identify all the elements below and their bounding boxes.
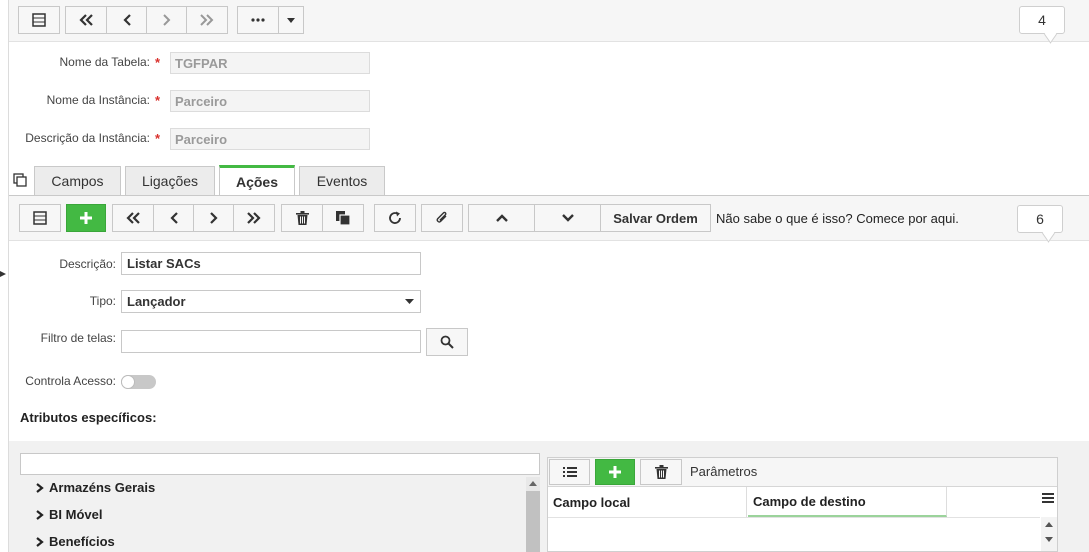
more-options-button[interactable] <box>237 6 279 34</box>
delete-action-button[interactable] <box>281 204 323 232</box>
table-name-field: TGFPAR <box>170 52 370 74</box>
grid-view-button[interactable] <box>18 6 60 34</box>
save-order-button[interactable]: Salvar Ordem <box>600 204 711 232</box>
screen-filter-label: Filtro de telas: <box>40 331 116 345</box>
type-select-value: Lançador <box>127 294 186 309</box>
move-down-button[interactable] <box>534 204 601 232</box>
tree-item[interactable]: Benefícios <box>36 534 115 549</box>
paperclip-icon <box>436 211 447 223</box>
grid-icon <box>33 211 47 225</box>
plus-icon <box>80 212 92 224</box>
type-select[interactable]: Lançador <box>121 290 421 313</box>
next-record-button[interactable] <box>146 6 187 34</box>
add-action-button[interactable] <box>66 204 106 232</box>
instance-name-label: Nome da Instância: <box>46 93 150 107</box>
instance-name-field: Parceiro <box>170 90 370 112</box>
tree-item-label: Armazéns Gerais <box>49 480 156 495</box>
column-header-local[interactable]: Campo local <box>548 487 747 517</box>
chevron-up-icon <box>495 214 508 222</box>
grid-scrollbar[interactable] <box>1041 517 1057 551</box>
attach-button[interactable] <box>421 204 463 232</box>
scroll-up-icon[interactable] <box>1045 522 1053 527</box>
chevron-down-icon <box>561 214 574 222</box>
actions-grid-button[interactable] <box>19 204 61 232</box>
double-chevron-right-icon <box>247 212 261 224</box>
chevron-right-icon <box>36 536 44 547</box>
list-icon <box>562 467 577 477</box>
copy-icon[interactable] <box>13 173 27 187</box>
access-control-toggle[interactable] <box>121 375 156 389</box>
actions-previous-button[interactable] <box>153 204 194 232</box>
tree-item-label: BI Móvel <box>49 507 103 522</box>
parameters-list-button[interactable] <box>549 459 590 485</box>
caret-down-icon <box>405 299 414 304</box>
chevron-right-icon <box>162 14 170 26</box>
type-label: Tipo: <box>89 294 116 308</box>
tab-eventos[interactable]: Eventos <box>299 166 385 195</box>
tree-scrollbar-thumb[interactable] <box>526 491 540 552</box>
access-control-label: Controla Acesso: <box>25 374 116 388</box>
previous-record-button[interactable] <box>106 6 147 34</box>
tab-campos[interactable]: Campos <box>34 166 121 195</box>
caret-down-icon <box>287 17 295 23</box>
description-label: Descrição: <box>59 257 116 271</box>
grid-icon <box>32 13 46 27</box>
chevron-left-icon <box>122 14 131 26</box>
last-record-button[interactable] <box>186 6 228 34</box>
column-menu-icon[interactable] <box>1041 492 1055 504</box>
table-name-label: Nome da Tabela: <box>59 55 150 69</box>
tree-item[interactable]: BI Móvel <box>36 507 102 522</box>
scroll-up-icon[interactable] <box>529 481 537 486</box>
chevron-right-icon <box>36 482 44 493</box>
parameters-title: Parâmetros <box>690 464 758 479</box>
double-chevron-left-icon <box>79 14 93 26</box>
help-link[interactable]: Não sabe o que é isso? Comece por aqui. <box>716 211 959 226</box>
refresh-button[interactable] <box>374 204 416 232</box>
chevron-left-icon <box>169 212 178 224</box>
first-record-button[interactable] <box>65 6 107 34</box>
chevron-right-icon <box>36 509 44 520</box>
double-chevron-left-icon <box>126 212 140 224</box>
tree-scrollbar[interactable] <box>526 477 540 552</box>
tree-search-input[interactable] <box>20 453 540 475</box>
actions-next-button[interactable] <box>193 204 234 232</box>
actions-last-button[interactable] <box>233 204 275 232</box>
ellipsis-icon <box>251 18 265 22</box>
delete-parameter-button[interactable] <box>640 459 682 485</box>
specific-attributes-heading: Atributos específicos: <box>20 410 157 425</box>
description-input[interactable]: Listar SACs <box>121 252 421 275</box>
trash-icon <box>654 465 668 479</box>
duplicate-action-button[interactable] <box>322 204 364 232</box>
actions-counter: 6 <box>1017 205 1063 233</box>
tab-acoes[interactable]: Ações <box>219 165 295 195</box>
move-up-button[interactable] <box>468 204 535 232</box>
expand-arrow-icon[interactable] <box>0 271 6 277</box>
search-icon <box>440 335 454 349</box>
duplicate-icon <box>336 211 350 225</box>
refresh-icon <box>389 211 401 224</box>
add-parameter-button[interactable] <box>595 459 635 485</box>
required-mark: * <box>155 93 161 108</box>
search-screens-button[interactable] <box>426 328 468 356</box>
instance-description-field: Parceiro <box>170 128 370 150</box>
plus-icon <box>609 466 621 478</box>
double-chevron-right-icon <box>200 14 214 26</box>
tree-item-label: Benefícios <box>49 534 115 549</box>
instance-description-label: Descrição da Instância: <box>25 131 150 145</box>
record-counter: 4 <box>1019 6 1065 34</box>
screen-filter-input[interactable] <box>121 330 421 353</box>
tab-ligacoes[interactable]: Ligações <box>125 166 215 195</box>
grid-row-divider <box>548 517 1040 518</box>
required-mark: * <box>155 131 161 146</box>
required-mark: * <box>155 55 161 70</box>
column-header-destination[interactable]: Campo de destino <box>748 487 947 517</box>
scroll-down-icon[interactable] <box>1045 537 1053 542</box>
tree-item[interactable]: Armazéns Gerais <box>36 480 155 495</box>
actions-first-button[interactable] <box>112 204 154 232</box>
chevron-right-icon <box>209 212 218 224</box>
trash-icon <box>295 211 309 225</box>
more-options-dropdown[interactable] <box>278 6 304 34</box>
toggle-knob <box>121 375 135 389</box>
